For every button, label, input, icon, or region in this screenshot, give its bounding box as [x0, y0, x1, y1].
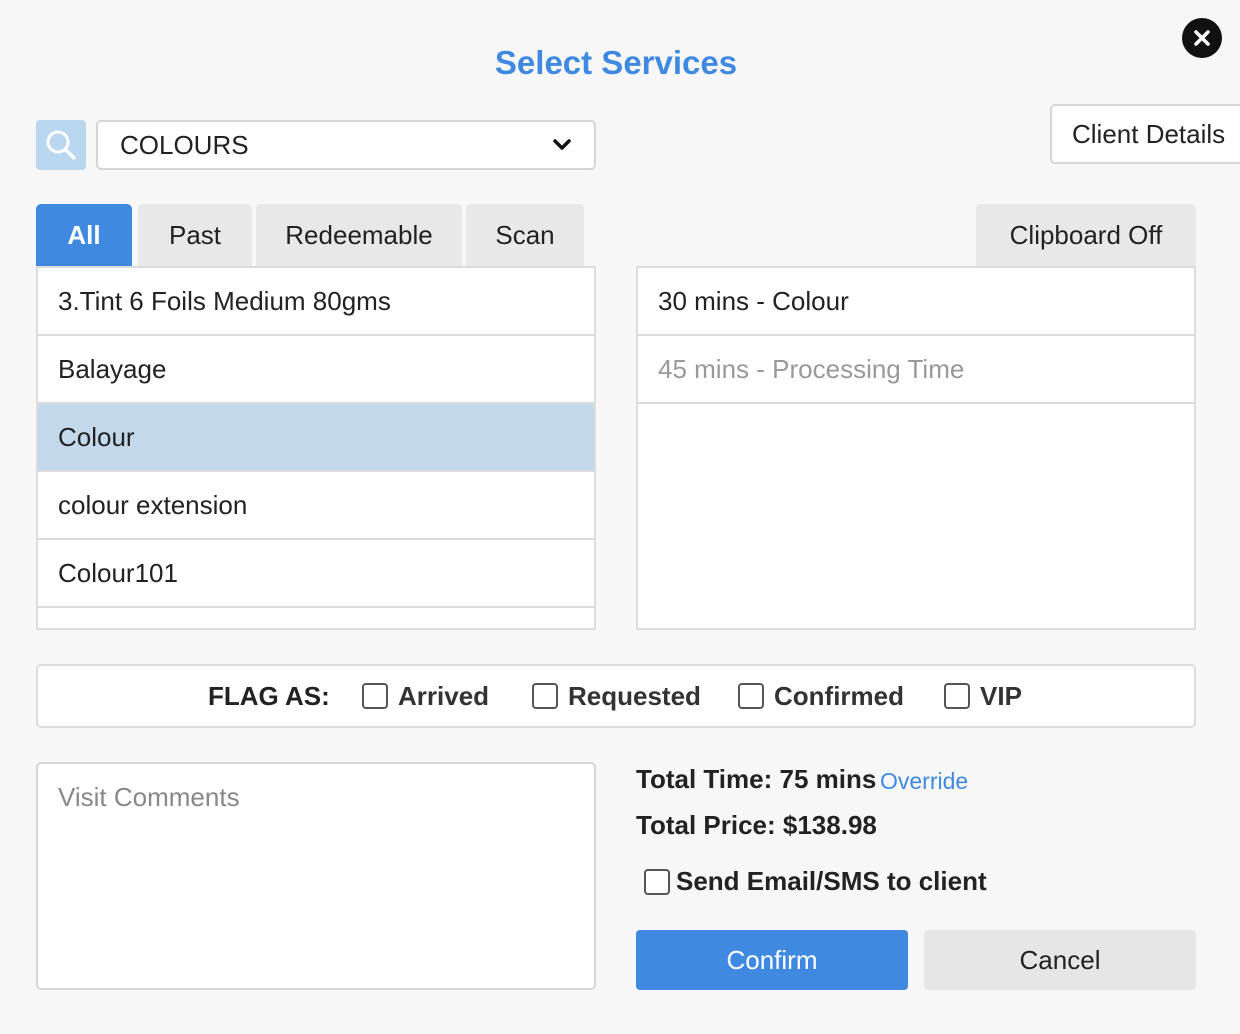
- confirm-button[interactable]: Confirm: [636, 930, 908, 990]
- total-time: Total Time: 75 mins: [636, 764, 877, 794]
- flag-vip-label: VIP: [980, 680, 1022, 711]
- flag-bar: FLAG AS: Arrived Requested Confirmed VIP: [36, 664, 1196, 728]
- tab-redeemable[interactable]: Redeemable: [256, 204, 462, 266]
- flag-requested-label: Requested: [568, 680, 701, 711]
- flag-requested-checkbox[interactable]: Requested: [532, 681, 701, 712]
- send-email-sms-checkbox[interactable]: Send Email/SMS to client: [644, 866, 987, 897]
- selected-services-panel: 30 mins - Colour 45 mins - Processing Ti…: [636, 266, 1196, 630]
- tab-scan[interactable]: Scan: [466, 204, 584, 266]
- flag-arrived-checkbox[interactable]: Arrived: [362, 681, 489, 712]
- checkbox-icon[interactable]: [362, 683, 388, 709]
- send-email-sms-label: Send Email/SMS to client: [676, 866, 987, 896]
- cancel-button[interactable]: Cancel: [924, 930, 1196, 990]
- checkbox-icon[interactable]: [738, 683, 764, 709]
- service-item[interactable]: colour extension: [38, 472, 594, 540]
- search-button[interactable]: [36, 120, 86, 170]
- service-item[interactable]: Colour101: [38, 540, 594, 608]
- selected-service-item[interactable]: 30 mins - Colour: [638, 268, 1194, 336]
- flag-vip-checkbox[interactable]: VIP: [944, 681, 1022, 712]
- chevron-down-icon: [553, 139, 571, 150]
- service-item[interactable]: Balayage: [38, 336, 594, 404]
- selected-service-item-processing[interactable]: 45 mins - Processing Time: [638, 336, 1194, 404]
- total-price: Total Price: $138.98: [636, 810, 877, 840]
- category-select-value: COLOURS: [120, 129, 249, 160]
- flag-confirmed-checkbox[interactable]: Confirmed: [738, 681, 904, 712]
- category-select[interactable]: COLOURS: [96, 120, 596, 170]
- clipboard-toggle-button[interactable]: Clipboard Off: [976, 204, 1196, 266]
- close-button[interactable]: [1182, 18, 1222, 58]
- flag-arrived-label: Arrived: [398, 680, 490, 711]
- service-item-selected[interactable]: Colour: [38, 404, 594, 472]
- tab-all[interactable]: All: [36, 204, 132, 266]
- service-item[interactable]: 3.Tint 6 Foils Medium 80gms: [38, 268, 594, 336]
- service-list[interactable]: 3.Tint 6 Foils Medium 80gms Balayage Col…: [36, 266, 596, 630]
- flag-confirmed-label: Confirmed: [774, 680, 904, 711]
- checkbox-icon[interactable]: [944, 683, 970, 709]
- client-details-button[interactable]: Client Details: [1050, 104, 1240, 164]
- tab-past[interactable]: Past: [138, 204, 252, 266]
- flag-label: FLAG AS:: [208, 680, 330, 711]
- checkbox-icon[interactable]: [644, 868, 670, 895]
- visit-comments-input[interactable]: [36, 762, 596, 990]
- dialog-title: Select Services: [494, 44, 738, 81]
- close-icon: [1194, 30, 1210, 46]
- checkbox-icon[interactable]: [532, 683, 558, 709]
- override-link[interactable]: Override: [880, 768, 968, 795]
- search-icon: [46, 130, 76, 160]
